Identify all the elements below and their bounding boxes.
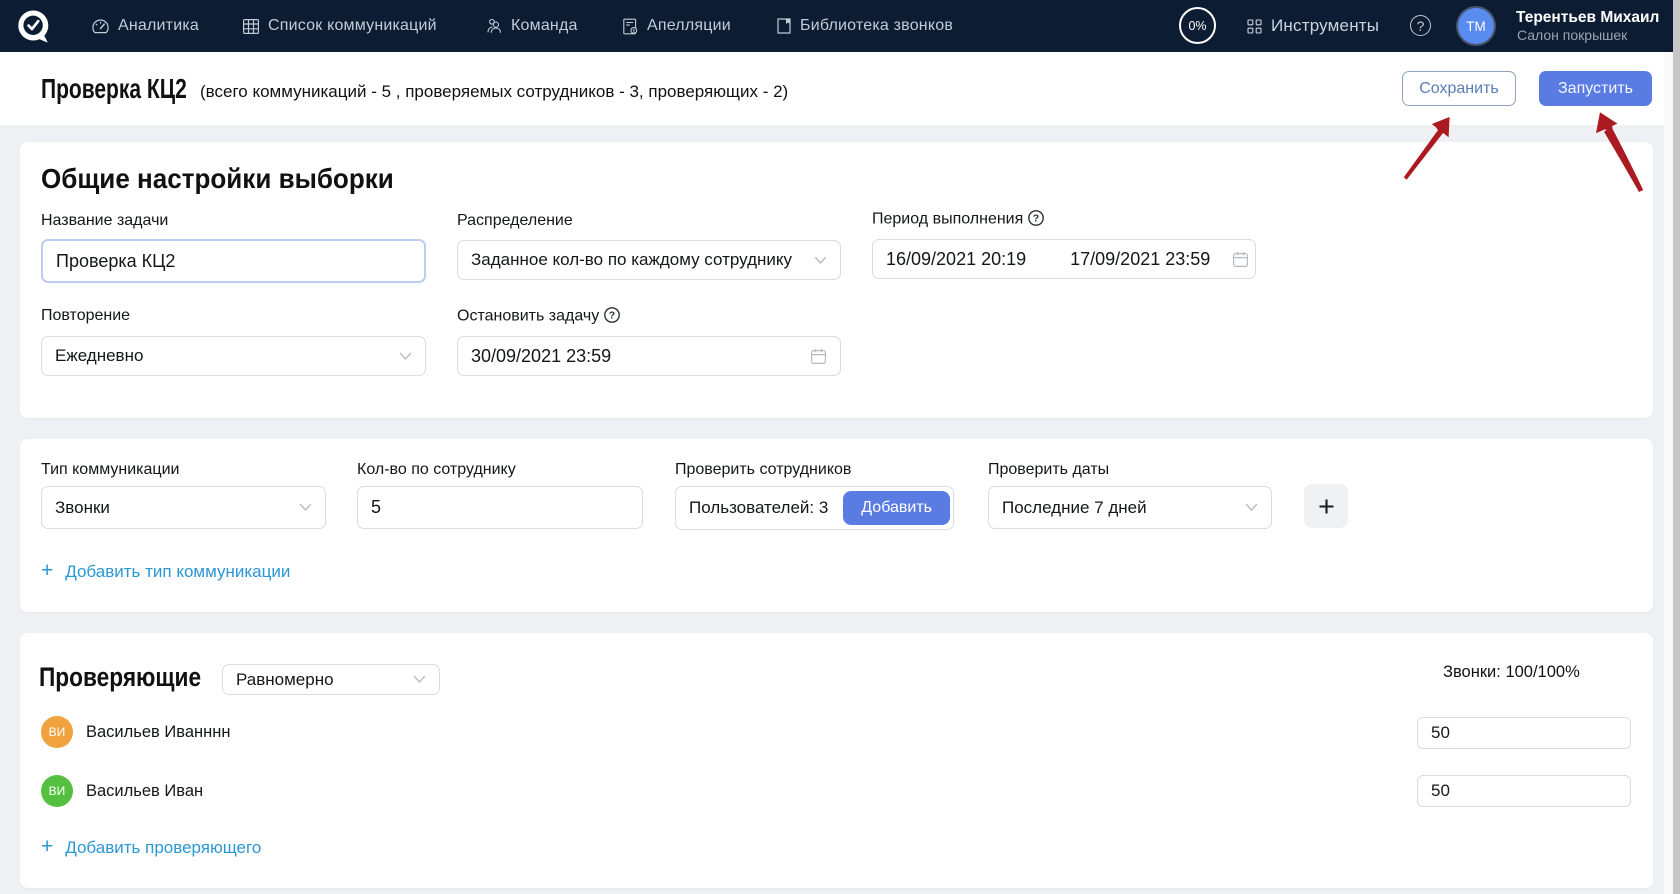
svg-text:?: ?	[1033, 212, 1039, 224]
svg-text:?: ?	[608, 309, 614, 321]
